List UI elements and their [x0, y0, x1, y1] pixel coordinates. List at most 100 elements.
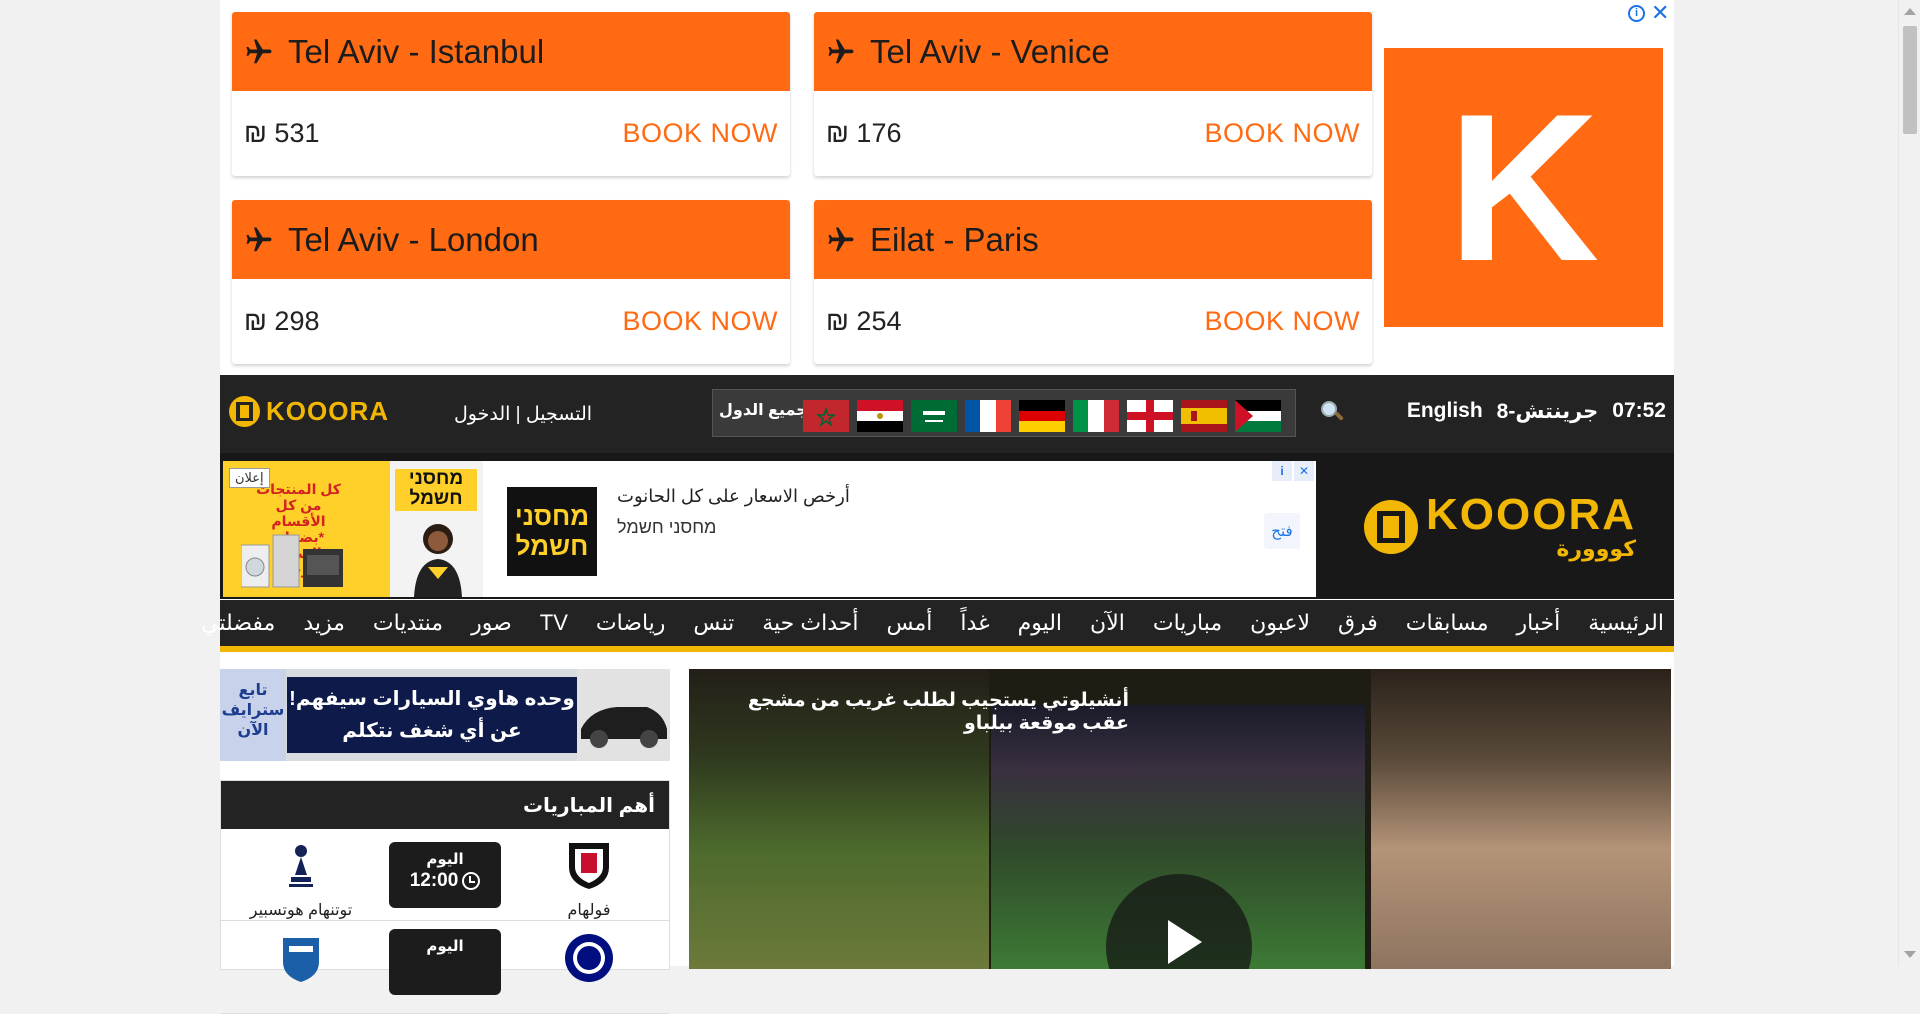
- woman-brand-text: מחסני חשמל: [395, 469, 477, 511]
- book-now-button[interactable]: BOOK NOW: [622, 306, 778, 337]
- close-icon[interactable]: ✕: [1651, 2, 1669, 24]
- nav-players[interactable]: لاعبون: [1250, 610, 1310, 636]
- ad-headline[interactable]: أرخص الاسعار على كل الحانوت: [617, 486, 850, 507]
- away-team[interactable]: [231, 932, 371, 993]
- play-icon: [1168, 920, 1202, 964]
- page: Tel Aviv - Istanbul ₪ 531 BOOK NOW Tel A…: [201, 0, 1674, 1014]
- nav-home[interactable]: الرئيسية: [1588, 610, 1664, 636]
- flight-card-footer: ₪ 254 BOOK NOW: [814, 279, 1372, 364]
- flight-route: Tel Aviv - London: [288, 220, 539, 258]
- nav-competitions[interactable]: مسابقات: [1406, 610, 1489, 636]
- flight-route: Tel Aviv - Istanbul: [288, 32, 545, 70]
- site-header: KOOORA التسجيل | الدخول جميع الدول Engli…: [220, 375, 1674, 453]
- scrollbar[interactable]: [1898, 0, 1920, 966]
- login-link[interactable]: التسجيل | الدخول: [454, 403, 592, 426]
- book-now-button[interactable]: BOOK NOW: [622, 118, 778, 149]
- ad-woman-panel[interactable]: מחסני חשמל: [390, 461, 483, 597]
- flight-card[interactable]: Tel Aviv - Venice ₪ 176 BOOK NOW: [814, 12, 1372, 176]
- ad-brand-logo[interactable]: מחסני חשמל: [507, 487, 597, 576]
- ad-advertiser[interactable]: מחסני חשמל: [617, 517, 716, 538]
- car-ad-follow[interactable]: تابع سترايف الآن: [220, 669, 286, 761]
- top-matches-title: أهم المباريات: [221, 781, 669, 829]
- banner-ad[interactable]: إعلان كل المنتجات من كل الأقسام *بضمان ا…: [223, 461, 1316, 597]
- inter-crest-icon: [565, 934, 613, 982]
- nav-today[interactable]: اليوم: [1018, 610, 1062, 636]
- france-flag-icon[interactable]: [965, 400, 1011, 432]
- ad-open-button[interactable]: فتح: [1264, 513, 1300, 549]
- ad-promo-panel[interactable]: إعلان كل المنتجات من كل الأقسام *بضمان ا…: [223, 461, 390, 597]
- logo-text: KOOORA: [266, 396, 389, 426]
- away-team-name: توتنهام هوتسبير: [249, 902, 353, 919]
- match-row[interactable]: فولهام اليوم 12:00 توتنهام هوتسبير: [221, 829, 669, 921]
- italy-flag-icon[interactable]: [1073, 400, 1119, 432]
- home-team[interactable]: فولهام: [519, 839, 659, 920]
- spain-flag-icon[interactable]: [1181, 400, 1227, 432]
- scroll-up-icon[interactable]: [1904, 8, 1916, 15]
- nav-favorites[interactable]: مفضلتي: [201, 610, 275, 636]
- nav-matches[interactable]: مباريات: [1153, 610, 1222, 636]
- nav-tomorrow[interactable]: غداً: [960, 610, 989, 636]
- match-row[interactable]: اليوم: [221, 922, 669, 1014]
- flight-card[interactable]: Eilat - Paris ₪ 254 BOOK NOW: [814, 200, 1372, 364]
- car-image: [577, 669, 670, 761]
- kayak-logo[interactable]: K: [1384, 48, 1663, 327]
- flight-price: ₪ 176: [826, 118, 902, 148]
- datetime-language: English 8-جرينتش 07:52: [1407, 399, 1666, 424]
- kooora-banner-logo[interactable]: KOOORA كووورة: [1364, 493, 1636, 561]
- england-flag-icon[interactable]: [1127, 400, 1173, 432]
- nav-now[interactable]: الآن: [1090, 610, 1125, 636]
- plane-icon: [246, 39, 272, 63]
- scroll-down-icon[interactable]: [1904, 951, 1916, 958]
- nav-tv[interactable]: TV: [540, 610, 568, 636]
- nav-teams[interactable]: فرق: [1338, 610, 1378, 636]
- fulham-crest-icon: [569, 843, 609, 889]
- nav-sports[interactable]: رياضات: [596, 610, 666, 636]
- adchoices[interactable]: i ✕: [1628, 2, 1669, 24]
- match-time-box[interactable]: اليوم 12:00: [389, 842, 501, 908]
- close-icon[interactable]: ✕: [1294, 461, 1314, 481]
- home-team[interactable]: [519, 932, 659, 993]
- adchoices[interactable]: i ✕: [1272, 461, 1314, 481]
- germany-flag-icon[interactable]: [1019, 400, 1065, 432]
- morocco-flag-icon[interactable]: [803, 400, 849, 432]
- match-day: اليوم: [426, 851, 464, 868]
- flight-card[interactable]: Tel Aviv - London ₪ 298 BOOK NOW: [232, 200, 790, 364]
- flight-card-header: Tel Aviv - Istanbul: [232, 12, 790, 91]
- palestine-flag-icon[interactable]: [1235, 400, 1281, 432]
- flight-ad[interactable]: Tel Aviv - Istanbul ₪ 531 BOOK NOW Tel A…: [220, 0, 1674, 374]
- nav-yesterday[interactable]: أمس: [886, 610, 932, 636]
- site-logo[interactable]: KOOORA: [229, 396, 389, 427]
- nav-tennis[interactable]: تنس: [693, 610, 734, 636]
- scroll-thumb[interactable]: [1903, 26, 1917, 134]
- match-time-box[interactable]: اليوم: [389, 929, 501, 995]
- car-ad[interactable]: تابع سترايف الآن وحده هاوي السيارات سيفه…: [220, 669, 670, 761]
- video-title[interactable]: أنشيلوتي يستجيب لطلب غريب من مشجع عقب مو…: [709, 689, 1649, 735]
- all-countries-link[interactable]: جميع الدول: [719, 400, 808, 420]
- nav-more[interactable]: مزيد: [303, 610, 345, 636]
- kooora-logo-text: KOOORA كووورة: [1426, 493, 1636, 561]
- search-icon[interactable]: [1318, 398, 1346, 426]
- nav-photos[interactable]: صور: [471, 610, 512, 636]
- language-link[interactable]: English: [1407, 399, 1483, 424]
- flight-price: ₪ 298: [244, 306, 320, 336]
- car-ad-line2: عن أي شغف نتكلم: [342, 720, 522, 742]
- info-icon[interactable]: i: [1628, 4, 1645, 22]
- nav-live-events[interactable]: أحداث حية: [762, 610, 858, 636]
- clock-icon: [462, 872, 481, 890]
- plane-icon: [828, 39, 854, 63]
- nav-news[interactable]: أخبار: [1517, 610, 1561, 636]
- nav-forums[interactable]: منتديات: [373, 610, 443, 636]
- book-now-button[interactable]: BOOK NOW: [1204, 306, 1360, 337]
- saudi-flag-icon[interactable]: [911, 400, 957, 432]
- flight-card[interactable]: Tel Aviv - Istanbul ₪ 531 BOOK NOW: [232, 12, 790, 176]
- logo-icon: [1364, 500, 1418, 554]
- egypt-flag-icon[interactable]: [857, 400, 903, 432]
- woman-image: [414, 524, 462, 597]
- match-day: اليوم: [426, 938, 464, 955]
- away-team[interactable]: توتنهام هوتسبير: [231, 839, 371, 920]
- plane-icon: [246, 227, 272, 251]
- info-icon[interactable]: i: [1272, 461, 1292, 481]
- video-player[interactable]: أنشيلوتي يستجيب لطلب غريب من مشجع عقب مو…: [689, 669, 1671, 969]
- flight-price: ₪ 254: [826, 306, 902, 336]
- book-now-button[interactable]: BOOK NOW: [1204, 118, 1360, 149]
